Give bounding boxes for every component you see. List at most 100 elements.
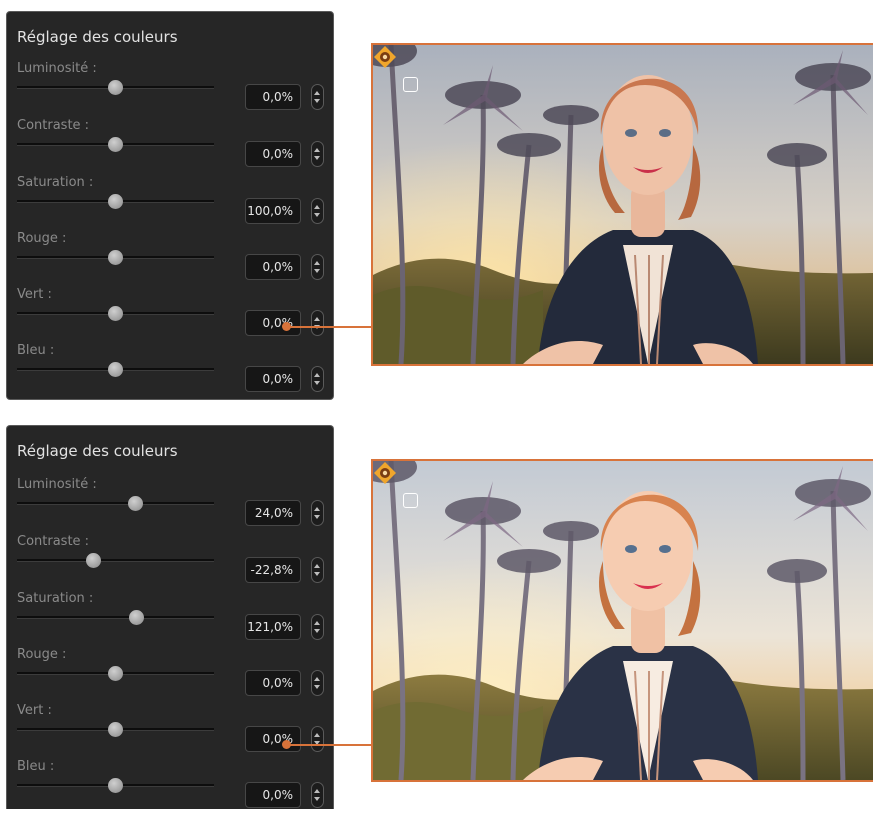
- blue-slider-knob[interactable]: [108, 362, 123, 377]
- brightness-slider-knob[interactable]: [108, 80, 123, 95]
- contrast-label: Contraste :: [17, 118, 90, 133]
- blue-label: Bleu :: [17, 759, 55, 774]
- green-slider-knob[interactable]: [108, 722, 123, 737]
- up-arrow-icon[interactable]: [314, 564, 320, 568]
- red-stepper[interactable]: [311, 254, 324, 280]
- up-arrow-icon[interactable]: [314, 733, 320, 737]
- contrast-value-field[interactable]: 0,0%: [245, 141, 301, 167]
- brightness-label: Luminosité :: [17, 477, 97, 492]
- contrast-stepper[interactable]: [311, 141, 324, 167]
- callout-line-top: [286, 326, 373, 328]
- brightness-slider-knob[interactable]: [127, 496, 143, 511]
- saturation-value-field[interactable]: 121,0%: [245, 614, 301, 640]
- blue-control: Bleu : 0,0%: [7, 343, 333, 399]
- saturation-label: Saturation :: [17, 175, 94, 190]
- saturation-control: Saturation : 121,0%: [7, 591, 333, 647]
- down-arrow-icon[interactable]: [314, 572, 320, 576]
- green-value-field[interactable]: 0,0%: [245, 310, 301, 336]
- down-arrow-icon[interactable]: [314, 629, 320, 633]
- preview-image-presenter-palms-adjusted: [373, 461, 873, 780]
- green-control: Vert : 0,0%: [7, 287, 333, 343]
- blue-stepper[interactable]: [311, 782, 324, 808]
- contrast-control: Contraste : -22,8%: [7, 534, 333, 590]
- blue-value-field[interactable]: 0,0%: [245, 782, 301, 808]
- green-stepper[interactable]: [311, 310, 324, 336]
- preview-image-presenter-palms: [373, 45, 873, 364]
- brightness-stepper[interactable]: [311, 500, 324, 526]
- contrast-slider-knob[interactable]: [108, 137, 123, 152]
- saturation-label: Saturation :: [17, 591, 94, 606]
- blue-control: Bleu : 0,0%: [7, 759, 333, 815]
- up-arrow-icon[interactable]: [314, 677, 320, 681]
- down-arrow-icon[interactable]: [314, 213, 320, 217]
- video-preview-before: [371, 43, 873, 366]
- green-label: Vert :: [17, 703, 52, 718]
- saturation-slider-track[interactable]: [17, 616, 214, 619]
- callout-dot-top: [282, 322, 291, 331]
- brightness-control: Luminosité : 0,0%: [7, 61, 333, 117]
- contrast-stepper[interactable]: [311, 557, 324, 583]
- video-preview-after: [371, 459, 873, 782]
- red-slider-knob[interactable]: [108, 250, 123, 265]
- up-arrow-icon[interactable]: [314, 91, 320, 95]
- green-slider-knob[interactable]: [108, 306, 123, 321]
- red-control: Rouge : 0,0%: [7, 647, 333, 703]
- up-arrow-icon[interactable]: [314, 507, 320, 511]
- brightness-control: Luminosité : 24,0%: [7, 477, 333, 533]
- contrast-slider-knob[interactable]: [85, 553, 101, 568]
- contrast-slider-track[interactable]: [17, 559, 214, 562]
- blue-slider-knob[interactable]: [108, 778, 123, 793]
- blue-label: Bleu :: [17, 343, 55, 358]
- up-arrow-icon[interactable]: [314, 148, 320, 152]
- preview-checkbox[interactable]: [403, 493, 418, 508]
- preview-checkbox[interactable]: [403, 77, 418, 92]
- saturation-slider-knob[interactable]: [108, 194, 123, 209]
- blue-stepper[interactable]: [311, 366, 324, 392]
- panel-title: Réglage des couleurs: [17, 442, 178, 460]
- down-arrow-icon[interactable]: [314, 381, 320, 385]
- up-arrow-icon[interactable]: [314, 789, 320, 793]
- up-arrow-icon[interactable]: [314, 373, 320, 377]
- saturation-value-field[interactable]: 100,0%: [245, 198, 301, 224]
- green-stepper[interactable]: [311, 726, 324, 752]
- green-value-field[interactable]: 0,0%: [245, 726, 301, 752]
- blue-value-field[interactable]: 0,0%: [245, 366, 301, 392]
- contrast-value-field[interactable]: -22,8%: [245, 557, 301, 583]
- down-arrow-icon[interactable]: [314, 99, 320, 103]
- brightness-value-field[interactable]: 24,0%: [245, 500, 301, 526]
- saturation-stepper[interactable]: [311, 614, 324, 640]
- callout-dot-bottom: [282, 740, 291, 749]
- red-control: Rouge : 0,0%: [7, 231, 333, 287]
- up-arrow-icon[interactable]: [314, 317, 320, 321]
- red-label: Rouge :: [17, 647, 67, 662]
- saturation-slider-knob[interactable]: [128, 610, 144, 625]
- contrast-label: Contraste :: [17, 534, 90, 549]
- red-stepper[interactable]: [311, 670, 324, 696]
- down-arrow-icon[interactable]: [314, 269, 320, 273]
- brightness-slider-track[interactable]: [17, 502, 214, 505]
- badge-icon: [374, 46, 396, 68]
- callout-line-bottom: [286, 744, 373, 746]
- panel-title: Réglage des couleurs: [17, 28, 178, 46]
- brightness-label: Luminosité :: [17, 61, 97, 76]
- down-arrow-icon[interactable]: [314, 515, 320, 519]
- contrast-control: Contraste : 0,0%: [7, 118, 333, 174]
- badge-icon: [374, 462, 396, 484]
- down-arrow-icon[interactable]: [314, 797, 320, 801]
- brightness-value-field[interactable]: 0,0%: [245, 84, 301, 110]
- red-value-field[interactable]: 0,0%: [245, 254, 301, 280]
- brightness-stepper[interactable]: [311, 84, 324, 110]
- down-arrow-icon[interactable]: [314, 156, 320, 160]
- saturation-control: Saturation : 100,0%: [7, 175, 333, 231]
- green-label: Vert :: [17, 287, 52, 302]
- green-control: Vert : 0,0%: [7, 703, 333, 759]
- down-arrow-icon[interactable]: [314, 685, 320, 689]
- up-arrow-icon[interactable]: [314, 621, 320, 625]
- red-label: Rouge :: [17, 231, 67, 246]
- red-slider-knob[interactable]: [108, 666, 123, 681]
- saturation-stepper[interactable]: [311, 198, 324, 224]
- color-adjust-panel-before: Réglage des couleurs Luminosité : 0,0% C…: [6, 11, 334, 400]
- up-arrow-icon[interactable]: [314, 261, 320, 265]
- red-value-field[interactable]: 0,0%: [245, 670, 301, 696]
- up-arrow-icon[interactable]: [314, 205, 320, 209]
